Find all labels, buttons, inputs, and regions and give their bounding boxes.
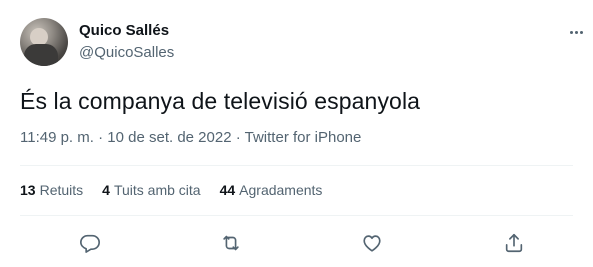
retweets-stat[interactable]: 13 Retuits xyxy=(20,182,83,198)
quotes-stat[interactable]: 4 Tuits amb cita xyxy=(102,182,200,198)
author-name[interactable]: Quico Sallés xyxy=(79,22,169,39)
retweets-label: Retuits xyxy=(39,182,84,198)
quotes-label: Tuits amb cita xyxy=(113,182,201,198)
action-bar xyxy=(0,228,593,258)
likes-count: 44 xyxy=(219,182,236,198)
retweet-icon xyxy=(223,235,239,251)
reply-button[interactable] xyxy=(75,228,105,258)
like-button[interactable] xyxy=(357,228,387,258)
divider xyxy=(20,215,573,216)
quotes-count: 4 xyxy=(102,182,110,198)
share-button[interactable] xyxy=(499,228,529,258)
heart-icon xyxy=(363,235,381,252)
tweet-meta: 11:49 p. m. · 10 de set. de 2022 · Twitt… xyxy=(20,129,361,146)
reply-icon xyxy=(80,234,100,253)
meta-separator: · xyxy=(98,129,104,146)
more-icon[interactable] xyxy=(566,22,586,42)
share-icon xyxy=(505,233,523,253)
avatar[interactable] xyxy=(20,18,68,66)
tweet-date[interactable]: 10 de set. de 2022 xyxy=(107,129,231,146)
meta-separator: · xyxy=(235,129,241,146)
author-handle[interactable]: @QuicoSalles xyxy=(79,44,174,61)
likes-label: Agradaments xyxy=(239,182,323,198)
tweet-card: Quico Sallés @QuicoSalles És la companya… xyxy=(0,0,593,267)
likes-stat[interactable]: 44 Agradaments xyxy=(220,182,323,198)
tweet-stats: 13 Retuits 4 Tuits amb cita 44 Agradaments xyxy=(20,182,322,198)
retweets-count: 13 xyxy=(20,182,36,198)
tweet-text: És la companya de televisió espanyola xyxy=(20,88,421,114)
tweet-time[interactable]: 11:49 p. m. xyxy=(20,129,94,146)
divider xyxy=(20,165,573,166)
tweet-source[interactable]: Twitter for iPhone xyxy=(245,129,362,146)
retweet-button[interactable] xyxy=(216,228,246,258)
